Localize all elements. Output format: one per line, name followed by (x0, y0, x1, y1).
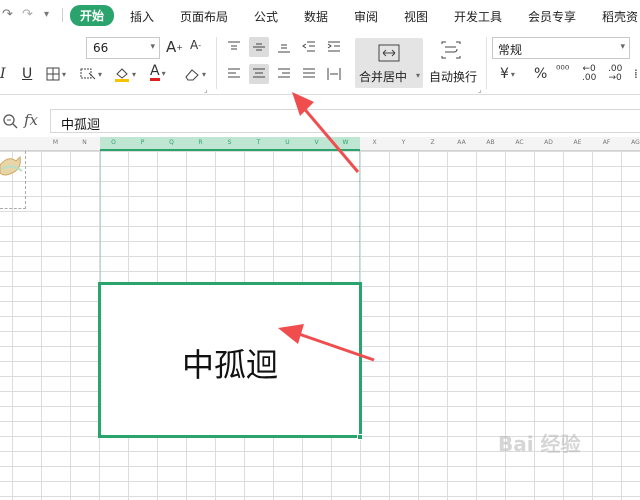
wrap-text-label[interactable]: 自动换行 (429, 68, 477, 85)
wrap-text-icon[interactable] (440, 41, 462, 59)
more-number-format-icon[interactable]: ⁞ (634, 67, 638, 81)
justify-icon[interactable] (299, 64, 319, 84)
decrease-font-icon[interactable]: A- (190, 38, 201, 52)
merge-cells-icon (378, 44, 400, 62)
increase-decimal-icon[interactable]: ←0.00 (582, 65, 596, 83)
align-left-icon[interactable] (224, 64, 244, 84)
font-color-icon[interactable]: A ▾ (150, 64, 166, 81)
alignment-dialog-launcher-icon[interactable]: ⌟ (478, 85, 482, 94)
clear-format-icon[interactable]: ▾ (80, 67, 102, 81)
annotation-arrow-icon (292, 92, 360, 173)
borders-icon[interactable]: ▾ (46, 67, 66, 81)
column-header-q[interactable]: Q (157, 139, 186, 146)
currency-symbol: ¥ (500, 66, 509, 82)
ribbon-separator (216, 37, 217, 89)
increase-indent-icon[interactable] (324, 37, 344, 57)
column-header-n[interactable]: N (70, 139, 99, 146)
tab-docer[interactable]: 稻壳资 (602, 8, 638, 25)
font-size-value: 66 (93, 41, 109, 55)
eraser-icon[interactable]: ▾ (184, 67, 206, 81)
watermark: Bai 经验 (498, 432, 581, 456)
align-right-icon[interactable] (274, 64, 294, 84)
tab-separator (62, 8, 63, 22)
tab-review[interactable]: 审阅 (354, 8, 378, 25)
percent-format-button[interactable]: % (534, 66, 547, 82)
tab-developer[interactable]: 开发工具 (454, 8, 502, 25)
ribbon-tab-bar: ↷ ↷ ▾ 开始 插入 页面布局 公式 数据 审阅 视图 开发工具 会员专享 稻… (0, 0, 640, 31)
fill-color-icon[interactable]: ▾ (114, 66, 136, 82)
column-header-z[interactable]: Z (418, 139, 447, 146)
tab-page-layout[interactable]: 页面布局 (180, 8, 228, 25)
thousands-symbol: ⁰⁰⁰ (556, 63, 570, 76)
distributed-align-icon[interactable] (324, 64, 344, 84)
tab-insert[interactable]: 插入 (130, 8, 154, 25)
column-header-p[interactable]: P (128, 139, 157, 146)
font-size-select[interactable]: 66 ▾ (86, 37, 160, 59)
annotation-arrow-icon (278, 324, 375, 362)
align-middle-icon[interactable] (249, 37, 269, 57)
increase-font-icon[interactable]: A + (166, 38, 183, 56)
column-header-ab[interactable]: AB (476, 139, 505, 146)
merge-center-label: 合并居中 (359, 70, 408, 84)
percent-symbol: % (534, 66, 548, 82)
column-header-m[interactable]: M (41, 139, 70, 146)
ribbon-separator (486, 37, 487, 89)
font-dialog-launcher-icon[interactable]: ⌟ (204, 85, 208, 94)
decrease-indent-icon[interactable] (299, 37, 319, 57)
align-center-icon[interactable] (249, 64, 269, 84)
column-header-ag[interactable]: AG (621, 139, 640, 146)
currency-format-button[interactable]: ¥ ▾ (500, 66, 515, 82)
number-format-value: 常规 (498, 43, 523, 57)
tab-data[interactable]: 数据 (304, 8, 328, 25)
column-header-aa[interactable]: AA (447, 139, 476, 146)
tab-formulas[interactable]: 公式 (254, 8, 278, 25)
chevron-down-icon: ▾ (415, 71, 420, 80)
number-format-select[interactable]: 常规 ▾ (492, 37, 630, 59)
column-header-o[interactable]: O (99, 139, 128, 146)
column-header-t[interactable]: T (244, 139, 273, 146)
column-header-s[interactable]: S (215, 139, 244, 146)
tab-member[interactable]: 会员专享 (528, 8, 576, 25)
decrease-decimal-icon[interactable]: .00 →0 (608, 65, 622, 83)
chevron-down-icon: ▾ (150, 42, 155, 52)
undo-icon[interactable]: ↷ (22, 7, 33, 22)
align-top-icon[interactable] (224, 37, 244, 57)
logo-image-fragment[interactable] (0, 151, 26, 209)
tab-view[interactable]: 视图 (404, 8, 428, 25)
formula-input-value: 中孤迴 (61, 118, 101, 133)
logo-icon (0, 155, 23, 176)
zoom-icon[interactable] (2, 113, 18, 129)
quick-access-dropdown-icon[interactable]: ▾ (44, 9, 49, 20)
redo-icon[interactable]: ↷ (2, 7, 13, 22)
column-header-y[interactable]: Y (389, 139, 418, 146)
tab-home[interactable]: 开始 (70, 5, 115, 26)
align-bottom-icon[interactable] (274, 37, 294, 57)
function-icon[interactable]: fx (24, 111, 38, 129)
underline-icon[interactable]: U (22, 66, 32, 82)
column-header-r[interactable]: R (186, 139, 215, 146)
merge-center-button[interactable]: 合并居中 ▾ (355, 38, 423, 88)
column-header-ae[interactable]: AE (563, 139, 592, 146)
fill-handle[interactable] (357, 434, 363, 440)
chevron-down-icon: ▾ (620, 42, 625, 52)
column-header-ac[interactable]: AC (505, 139, 534, 146)
home-ribbon: 66 ▾ A + A- I U ▾ ▾ ▾ A ▾ ▾ ⌟ 合并居中 ▾ 自动换行 … (0, 31, 640, 95)
column-header-ad[interactable]: AD (534, 139, 563, 146)
column-header-af[interactable]: AF (592, 139, 621, 146)
italic-icon[interactable]: I (0, 66, 6, 82)
thousands-format-button[interactable]: ⁰⁰⁰ (556, 63, 569, 76)
